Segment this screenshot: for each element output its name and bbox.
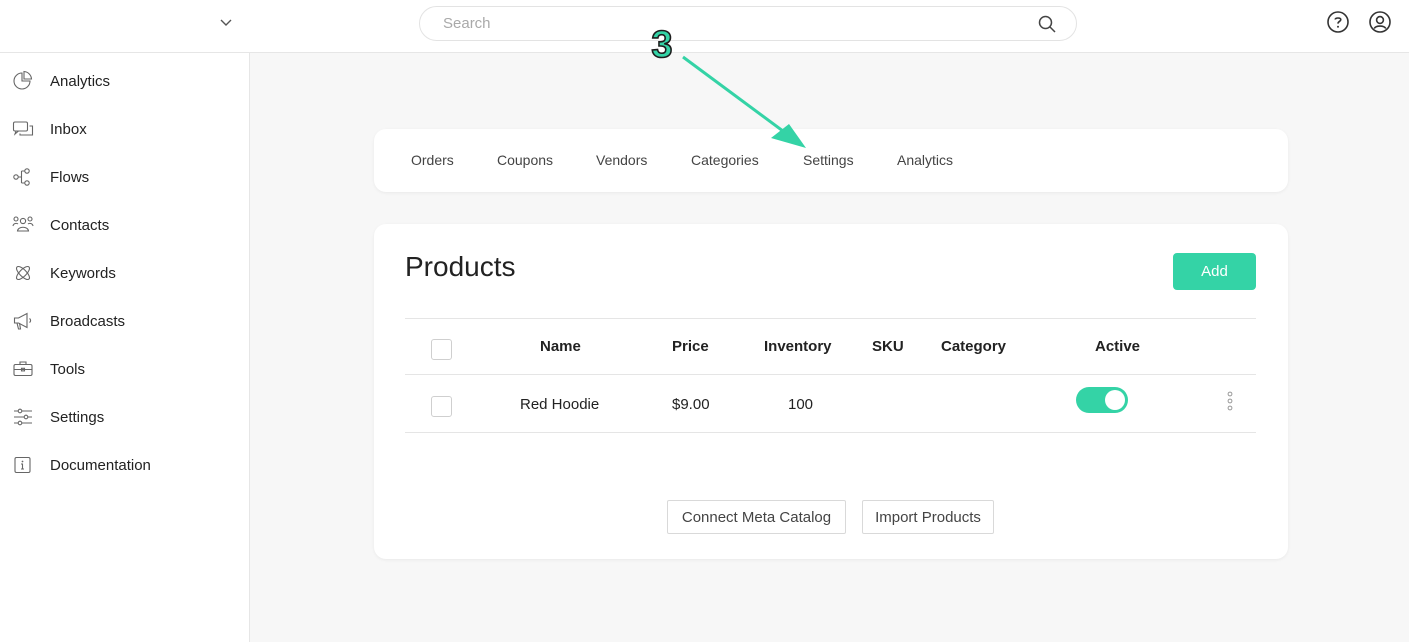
sidebar-item-label: Flows	[50, 169, 90, 186]
column-header-category[interactable]: Category	[941, 338, 1006, 355]
sidebar-item-label: Tools	[50, 361, 86, 378]
column-header-price[interactable]: Price	[672, 338, 709, 355]
inbox-icon	[12, 121, 34, 136]
broadcasts-icon	[13, 312, 32, 330]
sidebar-item-contacts[interactable]: Contacts	[0, 206, 249, 246]
products-panel: Products Add Name Price Inventory SKU Ca…	[374, 224, 1288, 559]
sidebar-item-label: Contacts	[50, 217, 110, 234]
sidebar-item-label: Analytics	[50, 73, 111, 90]
keywords-icon	[15, 265, 31, 281]
sidebar-item-label: Documentation	[50, 457, 151, 474]
sidebar-item-label: Inbox	[50, 121, 87, 138]
sidebar-item-label: Broadcasts	[50, 313, 126, 330]
top-bar: Search	[0, 0, 1409, 53]
product-inventory: 100	[788, 396, 814, 413]
column-header-active[interactable]: Active	[1095, 338, 1140, 355]
analytics-icon	[13, 70, 33, 90]
tab-categories[interactable]: Categories	[691, 152, 759, 168]
more-options-icon[interactable]	[1223, 389, 1237, 413]
tab-orders[interactable]: Orders	[411, 152, 454, 168]
sidebar-item-keywords[interactable]: Keywords	[0, 254, 249, 294]
row-checkbox[interactable]	[431, 396, 452, 417]
chevron-down-icon[interactable]	[218, 14, 234, 30]
import-products-button[interactable]: Import Products	[862, 500, 994, 534]
sidebar-item-analytics[interactable]: Analytics	[0, 62, 249, 102]
tools-icon	[13, 361, 33, 377]
page-title: Products	[405, 251, 516, 282]
settings-icon	[14, 408, 32, 426]
column-header-sku[interactable]: SKU	[872, 338, 904, 355]
divider	[405, 432, 1256, 433]
toggle-knob	[1105, 390, 1125, 410]
sidebar: Analytics Inbox Flows Contacts Keywords …	[0, 53, 250, 642]
divider	[405, 318, 1256, 319]
tab-settings[interactable]: Settings	[803, 152, 854, 168]
sidebar-item-label: Settings	[50, 409, 105, 426]
search-input[interactable]: Search	[443, 15, 491, 32]
column-header-inventory[interactable]: Inventory	[764, 338, 832, 355]
flows-icon	[13, 168, 30, 186]
sidebar-item-flows[interactable]: Flows	[0, 158, 249, 198]
sidebar-item-tools[interactable]: Tools	[0, 350, 249, 390]
active-toggle[interactable]	[1076, 387, 1128, 413]
select-all-checkbox[interactable]	[431, 339, 452, 360]
divider	[405, 374, 1256, 375]
column-header-name[interactable]: Name	[540, 338, 581, 355]
sidebar-item-settings[interactable]: Settings	[0, 398, 249, 438]
tab-coupons[interactable]: Coupons	[497, 152, 553, 168]
documentation-icon	[14, 456, 31, 474]
sidebar-item-documentation[interactable]: Documentation	[0, 446, 249, 486]
contacts-icon	[12, 216, 34, 232]
tab-analytics[interactable]: Analytics	[897, 152, 953, 168]
account-icon[interactable]	[1368, 10, 1392, 34]
sidebar-item-inbox[interactable]: Inbox	[0, 110, 249, 150]
tab-vendors[interactable]: Vendors	[596, 152, 647, 168]
add-product-button[interactable]: Add	[1173, 253, 1256, 290]
product-price: $9.00	[672, 396, 710, 413]
sidebar-item-label: Keywords	[50, 265, 116, 282]
connect-meta-catalog-button[interactable]: Connect Meta Catalog	[667, 500, 846, 534]
product-name: Red Hoodie	[520, 396, 600, 413]
help-icon[interactable]	[1326, 10, 1350, 34]
search-icon[interactable]	[1037, 14, 1057, 34]
annotation-arrow-shaft	[682, 55, 788, 136]
sidebar-item-broadcasts[interactable]: Broadcasts	[0, 302, 249, 342]
search-bar[interactable]: Search	[419, 6, 1077, 41]
store-tabs: Orders Coupons Vendors Categories Settin…	[374, 129, 1288, 192]
